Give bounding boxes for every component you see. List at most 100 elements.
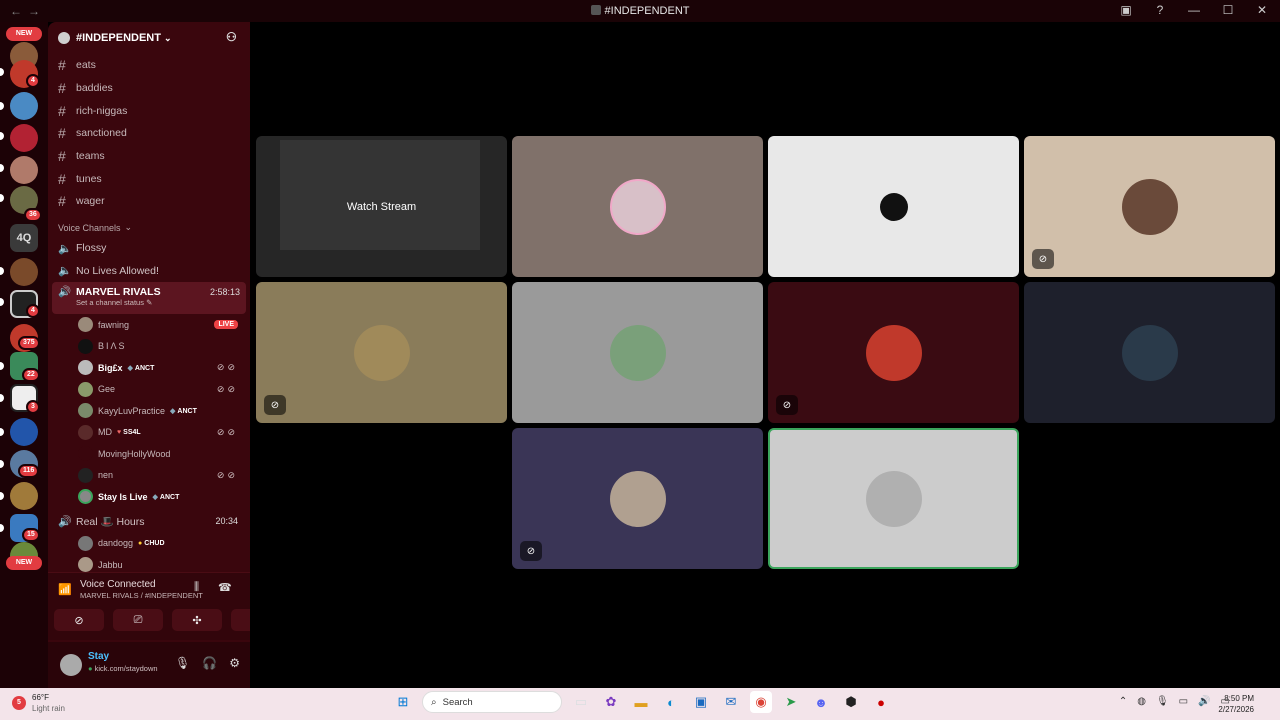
edge-icon[interactable]: ◐ <box>660 691 682 713</box>
voice-channel-label: No Lives Allowed! <box>76 264 159 277</box>
participant-tile[interactable]: ⊘ <box>256 282 507 423</box>
inbox-icon[interactable]: ▣ <box>1118 3 1134 17</box>
avatar[interactable] <box>60 654 82 676</box>
server-icon[interactable] <box>10 124 38 152</box>
tray-app-icon[interactable]: ◍ <box>1137 696 1146 707</box>
voice-member[interactable]: MovingHollyWood <box>48 443 250 465</box>
search-icon: ⌕ <box>431 696 437 708</box>
app-icon[interactable]: ➤ <box>780 691 802 713</box>
soundboard-button[interactable]: ✧ <box>231 609 250 631</box>
maximize-button[interactable]: ☐ <box>1220 3 1236 17</box>
chevron-up-icon[interactable]: ⌃ <box>1119 696 1127 707</box>
clan-tag-text: CHUD <box>144 539 165 547</box>
channel-status[interactable]: Set a channel status <box>76 298 144 307</box>
channel-wager[interactable]: # wager <box>48 190 250 213</box>
volume-icon[interactable]: 🔊 <box>1198 696 1210 707</box>
server-icon[interactable] <box>10 258 38 286</box>
voice-channel-flossy[interactable]: 🔈 Flossy <box>48 237 250 260</box>
pencil-icon[interactable]: ✎ <box>146 298 152 307</box>
activities-button[interactable]: ✣ <box>172 609 222 631</box>
voice-status-subtitle[interactable]: MARVEL RIVALS / #INDEPENDENT <box>80 591 203 600</box>
voice-member[interactable]: nen ⊘⊘ <box>48 465 250 487</box>
file-explorer-icon[interactable]: ▬ <box>630 691 652 713</box>
channel-teams[interactable]: # teams <box>48 145 250 168</box>
voice-member[interactable]: Big£x ◆ ANCT ⊘⊘ <box>48 357 250 379</box>
clan-tag-text: ANCT <box>177 407 197 415</box>
store-icon[interactable]: ▣ <box>690 691 712 713</box>
participant-tile[interactable] <box>768 136 1019 277</box>
gear-icon[interactable]: ⚙ <box>229 656 240 670</box>
headphones-icon[interactable]: 🎧 <box>202 656 217 670</box>
voice-channel-real-hours[interactable]: 🔊 Real 🎩 Hours 20:34 <box>48 510 250 533</box>
voice-member[interactable]: KayyLuvPractice ◆ ANCT <box>48 400 250 422</box>
mention-badge: 375 <box>18 336 40 350</box>
server-text-icon[interactable]: 4Q <box>10 224 38 252</box>
avatar <box>1121 178 1178 235</box>
member-name: MovingHollyWood <box>98 448 171 459</box>
camera-off-button[interactable]: ⊘ <box>54 609 104 631</box>
display-icon[interactable]: ▭ <box>1179 696 1188 707</box>
start-icon[interactable]: ⊞ <box>392 691 414 713</box>
channel-baddies[interactable]: # baddies <box>48 77 250 100</box>
copilot-icon[interactable]: ✿ <box>600 691 622 713</box>
clan-tag-text: ANCT <box>134 364 155 372</box>
back-forward-icon[interactable]: ←→ <box>0 4 46 18</box>
avatar <box>78 403 93 419</box>
voice-member[interactable]: MD ♥ SS4L ⊘⊘ <box>48 422 250 444</box>
voice-channel-nolives[interactable]: 🔈 No Lives Allowed! <box>48 260 250 283</box>
participant-tile[interactable]: ⊘ <box>1024 136 1275 277</box>
channel-rich[interactable]: # rich-niggas <box>48 99 250 122</box>
avatar <box>865 178 922 235</box>
microphone-icon[interactable]: 🎙 <box>1156 696 1169 707</box>
voice-timer: 20:34 <box>215 516 238 527</box>
voice-channel-marvel[interactable]: 🔊 MARVEL RIVALS 2:58:13 Set a channel stat… <box>52 282 246 315</box>
participant-tile-speaking[interactable] <box>768 428 1019 569</box>
chrome-icon[interactable]: ◉ <box>750 691 772 713</box>
avatar <box>609 324 666 381</box>
participant-tile[interactable]: ⊘ <box>768 282 1019 423</box>
channel-sanctioned[interactable]: # sanctioned <box>48 122 250 145</box>
voice-member[interactable]: dandogg ● CHUD <box>48 532 250 554</box>
voice-member[interactable]: Gee ⊘⊘ <box>48 379 250 401</box>
guild-header[interactable]: #INDEPENDENT ⌄ ⚇ <box>48 22 250 54</box>
search-box[interactable]: ⌕ Search <box>422 691 562 713</box>
server-icon[interactable] <box>10 482 38 510</box>
share-screen-button[interactable]: ⎚ <box>113 609 163 631</box>
participant-tile[interactable] <box>512 136 763 277</box>
voice-member[interactable]: BIΛS <box>48 336 250 358</box>
clock[interactable]: 8:50 PM 2/27/2026 <box>1218 693 1254 715</box>
watch-stream-label[interactable]: Watch Stream <box>256 136 507 277</box>
app-icon[interactable]: ● <box>870 691 892 713</box>
minimize-button[interactable]: — <box>1186 3 1202 17</box>
signal-icon[interactable]: 📶 <box>58 583 72 596</box>
discord-icon[interactable]: ☻ <box>810 691 832 713</box>
member-name: dandogg <box>98 538 134 549</box>
channel-tunes[interactable]: # tunes <box>48 167 250 190</box>
clan-tag: ◆ ANCT <box>128 364 155 372</box>
participant-tile[interactable] <box>1024 282 1275 423</box>
voice-member[interactable]: fawning LIVE <box>48 314 250 336</box>
participant-tile[interactable] <box>512 282 763 423</box>
stream-tile[interactable]: Watch Stream <box>256 136 507 277</box>
member-name: BIΛS <box>98 341 127 352</box>
microphone-icon[interactable]: 🎙 <box>175 656 190 670</box>
server-icon[interactable] <box>10 92 38 120</box>
title-bar: ←→ #INDEPENDENT ▣ ? — ☐ ✕ <box>0 0 1280 22</box>
outlook-icon[interactable]: ✉ <box>720 691 742 713</box>
weather-widget[interactable]: 5 66°F Light rain <box>12 692 65 714</box>
task-view-icon[interactable]: ▭ <box>570 691 592 713</box>
category-label: Voice Channels <box>58 222 121 233</box>
server-icon[interactable] <box>10 418 38 446</box>
server-icon[interactable] <box>10 156 38 184</box>
voice-connection-panel: 📶 Voice Connected MARVEL RIVALS / #INDEP… <box>48 572 250 640</box>
close-button[interactable]: ✕ <box>1254 3 1270 17</box>
participant-tile[interactable]: ⊘ <box>512 428 763 569</box>
disconnect-icon[interactable]: ☎ <box>218 581 232 594</box>
help-icon[interactable]: ? <box>1152 3 1168 17</box>
add-member-icon[interactable]: ⚇ <box>226 30 240 44</box>
voice-category[interactable]: Voice Channels ⌄ <box>48 219 250 237</box>
noise-suppression-icon[interactable]: ⫼ <box>194 581 199 594</box>
voice-member[interactable]: Stay Is Live ◆ ANCT <box>48 486 250 508</box>
app-icon[interactable]: ⬢ <box>840 691 862 713</box>
channel-eats[interactable]: # eats <box>48 54 250 77</box>
